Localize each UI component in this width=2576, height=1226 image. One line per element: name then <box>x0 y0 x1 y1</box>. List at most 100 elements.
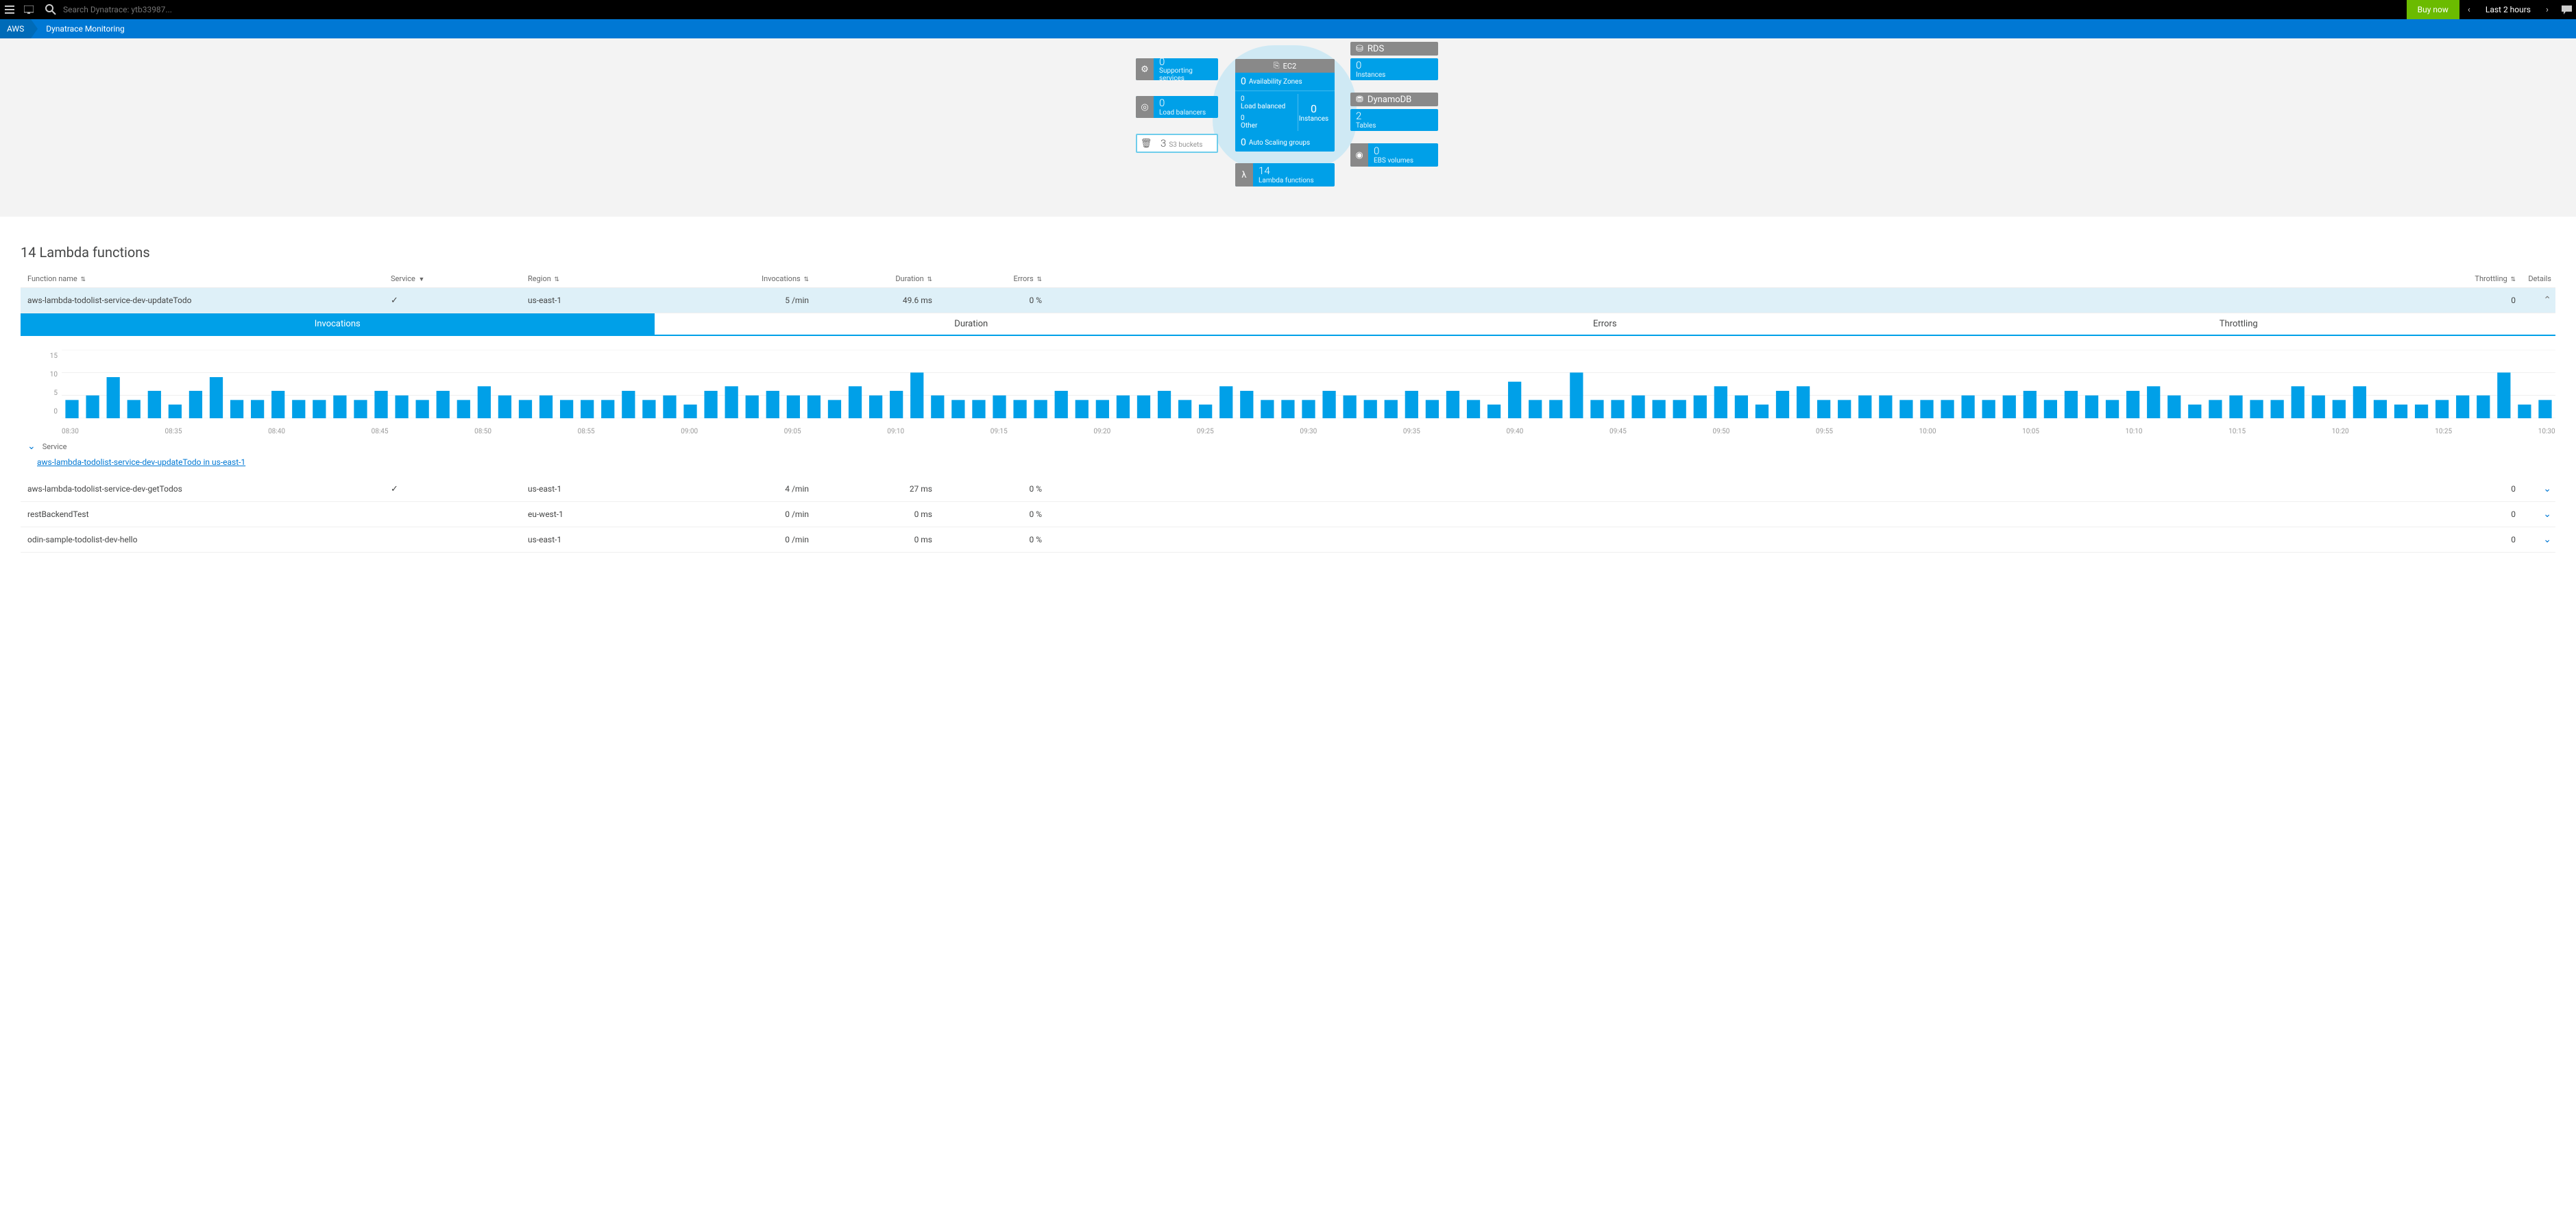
cell-name: aws-lambda-todolist-service-dev-updateTo… <box>21 296 391 305</box>
invocations-chart: 151050 <box>21 350 2555 418</box>
lambda-count: 14 <box>1259 165 1329 177</box>
tile-ec2[interactable]: ⎘EC2 0 Availability Zones 0Load balanced… <box>1235 59 1335 152</box>
search-input[interactable] <box>63 5 269 14</box>
time-range-label: Last 2 hours <box>2479 5 2538 14</box>
ebs-label: EBS volumes <box>1374 157 1433 165</box>
database-icon: ⛃ <box>1356 95 1363 105</box>
dashboards-icon[interactable] <box>19 0 38 19</box>
az-count: 0 <box>1241 76 1246 87</box>
tab-errors[interactable]: Errors <box>1288 313 1922 336</box>
time-range[interactable]: ‹ Last 2 hours › <box>2459 0 2557 19</box>
cell-duration: 0 ms <box>809 509 932 519</box>
autoscaling-label: Auto Scaling groups <box>1249 139 1310 147</box>
cell-duration: 27 ms <box>809 484 932 494</box>
cell-errors: 0 % <box>932 484 1042 494</box>
row-detail: Invocations Duration Errors Throttling 1… <box>21 313 2555 467</box>
s3-count: 3 <box>1161 138 1166 149</box>
cell-region: eu-west-1 <box>528 509 679 519</box>
cell-throttling: 0 <box>1042 535 2521 544</box>
s3-label: S3 buckets <box>1169 141 1202 149</box>
cell-duration: 49.6 ms <box>809 296 932 305</box>
cell-name: odin-sample-todolist-dev-hello <box>21 535 391 544</box>
az-label: Availability Zones <box>1249 78 1302 86</box>
cell-invocations: 5 /min <box>679 296 809 305</box>
col-invocations[interactable]: Invocations ⇅ <box>679 274 809 283</box>
tile-supporting-services[interactable]: ⚙ 0 Supporting services <box>1136 58 1218 80</box>
expand-icon[interactable]: ⌄ <box>2543 509 2551 520</box>
cell-invocations: 0 /min <box>679 535 809 544</box>
cell-invocations: 0 /min <box>679 509 809 519</box>
lambda-icon: λ <box>1235 163 1253 187</box>
col-duration[interactable]: Duration ⇅ <box>809 274 932 283</box>
tile-rds-header[interactable]: ⛁ RDS <box>1350 42 1438 56</box>
chat-icon[interactable] <box>2557 0 2576 19</box>
expand-icon[interactable]: ⌄ <box>2543 534 2551 545</box>
load-balancers-label: Load balancers <box>1159 109 1213 117</box>
cell-errors: 0 % <box>932 535 1042 544</box>
table-row[interactable]: aws-lambda-todolist-service-dev-getTodos… <box>21 477 2555 502</box>
ec2-header: ⎘EC2 <box>1235 59 1335 73</box>
tile-dynamo-header[interactable]: ⛃ DynamoDB <box>1350 93 1438 106</box>
time-forward-button[interactable]: › <box>2538 0 2557 19</box>
breadcrumb-bar: AWS Dynatrace Monitoring <box>0 19 2576 38</box>
col-service[interactable]: Service ▼ <box>391 274 528 283</box>
tile-dynamo-tables[interactable]: 2 Tables <box>1350 109 1438 131</box>
section-title: 14 Lambda functions <box>21 244 2555 261</box>
breadcrumb-root[interactable]: AWS <box>0 19 31 38</box>
supporting-services-label: Supporting services <box>1159 67 1213 82</box>
time-back-button[interactable]: ‹ <box>2459 0 2479 19</box>
col-name[interactable]: Function name ⇅ <box>21 274 391 283</box>
col-throttling[interactable]: Throttling ⇅ <box>1042 274 2521 283</box>
cell-service: ✓ <box>391 296 528 306</box>
rds-count: 0 <box>1356 60 1433 71</box>
buy-now-button[interactable]: Buy now <box>2407 0 2459 19</box>
cell-throttling: 0 <box>1042 296 2521 305</box>
load-balancer-icon: ◎ <box>1136 96 1154 118</box>
table-row[interactable]: aws-lambda-todolist-service-dev-updateTo… <box>21 288 2555 313</box>
service-link[interactable]: aws-lambda-todolist-service-dev-updateTo… <box>37 457 2555 467</box>
cell-name: aws-lambda-todolist-service-dev-getTodos <box>21 484 391 494</box>
cell-region: us-east-1 <box>528 484 679 494</box>
ebs-count: 0 <box>1374 145 1433 157</box>
other-count: 0 <box>1241 115 1245 122</box>
col-region[interactable]: Region ⇅ <box>528 274 679 283</box>
lambda-label: Lambda functions <box>1259 177 1329 184</box>
supporting-services-count: 0 <box>1159 56 1213 68</box>
breadcrumb-current[interactable]: Dynatrace Monitoring <box>38 19 132 38</box>
tile-ebs[interactable]: ◉ 0 EBS volumes <box>1350 143 1438 167</box>
cell-region: us-east-1 <box>528 296 679 305</box>
tile-s3[interactable]: 🗑 3 S3 buckets <box>1136 134 1218 153</box>
cell-throttling: 0 <box>1042 484 2521 494</box>
table-row[interactable]: odin-sample-todolist-dev-hello us-east-1… <box>21 527 2555 553</box>
instances-count: 0 <box>1311 102 1317 115</box>
expand-icon[interactable]: ⌄ <box>2543 483 2551 494</box>
table-row[interactable]: restBackendTest eu-west-1 0 /min 0 ms 0 … <box>21 502 2555 527</box>
dynamo-count: 2 <box>1356 110 1433 122</box>
tile-load-balancers[interactable]: ◎ 0 Load balancers <box>1136 96 1218 118</box>
loadbalanced-count: 0 <box>1241 95 1245 103</box>
disk-icon: ◉ <box>1350 143 1368 167</box>
tab-invocations[interactable]: Invocations <box>21 313 655 336</box>
cell-errors: 0 % <box>932 296 1042 305</box>
menu-button[interactable] <box>0 0 19 19</box>
database-icon: ⛁ <box>1356 44 1363 54</box>
topbar: Buy now ‹ Last 2 hours › <box>0 0 2576 19</box>
tile-lambda[interactable]: λ 14 Lambda functions <box>1235 163 1335 187</box>
breadcrumb-separator <box>31 19 38 38</box>
chevron-down-icon[interactable]: ⌄ <box>27 441 36 452</box>
cell-name: restBackendTest <box>21 509 391 519</box>
cell-service: ✓ <box>391 484 528 494</box>
lambda-section: 14 Lambda functions Function name ⇅ Serv… <box>0 217 2576 566</box>
service-subsection[interactable]: ⌄ Service <box>27 441 2555 452</box>
rds-label: Instances <box>1356 71 1433 79</box>
cell-throttling: 0 <box>1042 509 2521 519</box>
col-errors[interactable]: Errors ⇅ <box>932 274 1042 283</box>
tile-rds-instances[interactable]: 0 Instances <box>1350 58 1438 80</box>
cell-invocations: 4 /min <box>679 484 809 494</box>
tab-throttling[interactable]: Throttling <box>1922 313 2556 336</box>
search-icon <box>44 3 58 16</box>
dynamo-label: Tables <box>1356 122 1433 130</box>
col-details: Details <box>2521 274 2555 283</box>
collapse-icon[interactable]: ⌃ <box>2543 295 2551 306</box>
tab-duration[interactable]: Duration <box>655 313 1289 336</box>
